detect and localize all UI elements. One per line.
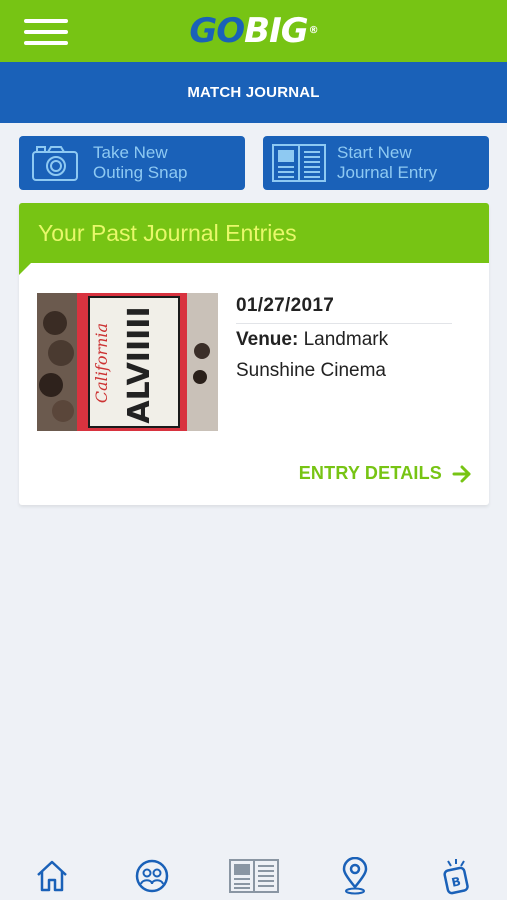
journal-icon xyxy=(271,136,327,190)
home-icon[interactable] xyxy=(32,856,72,896)
title-bar: MATCH JOURNAL xyxy=(0,62,507,123)
header-tab-decoration xyxy=(19,263,31,275)
entry-date: 01/27/2017 xyxy=(236,295,335,316)
start-journal-entry-button[interactable]: Start New Journal Entry xyxy=(263,136,489,190)
take-outing-snap-label: Take New Outing Snap xyxy=(93,143,188,182)
entry-photo[interactable]: California ALVIIIII xyxy=(37,293,218,431)
gobig-logo: GOBIG® xyxy=(189,11,318,51)
past-entries-heading: Your Past Journal Entries xyxy=(38,220,297,246)
past-entries-card: Your Past Journal Entries California ALV… xyxy=(19,203,489,505)
community-icon[interactable] xyxy=(132,856,172,896)
entry-details-link[interactable]: ENTRY DETAILS xyxy=(299,463,472,484)
journal-nav-icon[interactable] xyxy=(228,856,280,896)
page-title: MATCH JOURNAL xyxy=(187,84,320,101)
camera-icon xyxy=(27,136,83,190)
bottom-navigation: B xyxy=(0,852,507,900)
location-pin-icon[interactable] xyxy=(335,856,375,896)
badge-icon[interactable]: B xyxy=(436,856,476,896)
photo-plate-state: California xyxy=(92,323,111,403)
venue-label: Venue: xyxy=(236,329,299,350)
photo-plate-text: ALVIIIII xyxy=(122,306,157,423)
past-entries-header: Your Past Journal Entries xyxy=(19,203,489,263)
top-bar: GOBIG® xyxy=(0,0,507,62)
entry-venue: Venue: Landmark Sunshine Cinema xyxy=(236,324,466,386)
entry-details-label: ENTRY DETAILS xyxy=(298,463,442,483)
svg-text:B: B xyxy=(450,874,462,890)
take-outing-snap-button[interactable]: Take New Outing Snap xyxy=(19,136,245,190)
arrow-right-icon xyxy=(452,465,471,482)
start-journal-entry-label: Start New Journal Entry xyxy=(337,143,438,182)
